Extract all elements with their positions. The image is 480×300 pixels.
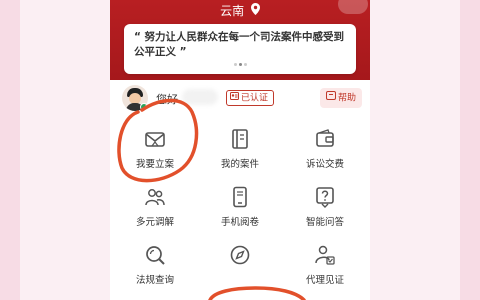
help-label: 帮助 bbox=[337, 93, 356, 104]
region-label: 云南 bbox=[220, 4, 245, 18]
region-selector[interactable]: 云南 bbox=[110, 2, 370, 19]
location-pin-icon bbox=[250, 3, 260, 18]
service-label: 我的案件 bbox=[220, 159, 259, 170]
verified-badge[interactable]: 已认证 bbox=[226, 90, 275, 106]
app-header: 云南 “ 努力让人民群众在每一个司法案件中感受到公平正义 ” bbox=[110, 0, 370, 80]
id-card-icon bbox=[230, 91, 239, 105]
agent-icon bbox=[315, 245, 335, 265]
banner-pagination bbox=[124, 51, 356, 70]
verified-check-icon bbox=[140, 103, 148, 111]
service-label: 手机阅卷 bbox=[220, 217, 259, 228]
compass-icon bbox=[230, 245, 250, 265]
header-menu-button[interactable] bbox=[338, 0, 368, 14]
book-icon bbox=[232, 129, 248, 149]
service-my-cases[interactable]: 我的案件 bbox=[197, 118, 283, 176]
greeting-text: 您好 bbox=[156, 93, 178, 106]
pagination-dot-active[interactable] bbox=[238, 63, 242, 66]
service-mediation[interactable]: 多元调解 bbox=[112, 176, 198, 234]
mail-icon bbox=[145, 132, 165, 147]
wallet-icon bbox=[316, 129, 334, 147]
redacted-username bbox=[182, 89, 218, 105]
slogan-banner[interactable]: “ 努力让人民群众在每一个司法案件中感受到公平正义 ” bbox=[124, 24, 356, 74]
service-label: 智能问答 bbox=[305, 217, 344, 228]
user-info-row: 您好 已认证 帮助 bbox=[110, 82, 370, 114]
service-law-search[interactable]: 法规查询 bbox=[112, 234, 198, 292]
people-icon bbox=[145, 189, 165, 206]
service-smart-qa[interactable]: 智能问答 bbox=[282, 176, 368, 234]
avatar[interactable] bbox=[122, 85, 148, 111]
search-icon bbox=[146, 246, 165, 265]
phone-screen: 云南 “ 努力让人民群众在每一个司法案件中感受到公平正义 ” 您好 已认证 帮助… bbox=[110, 0, 370, 300]
pagination-dot[interactable] bbox=[233, 63, 237, 66]
service-label: 我要立案 bbox=[135, 159, 174, 170]
phone-icon bbox=[233, 186, 247, 208]
service-file-case[interactable]: 我要立案 bbox=[112, 118, 198, 176]
service-mobile-review[interactable]: 手机阅卷 bbox=[197, 176, 283, 234]
question-icon bbox=[316, 187, 334, 208]
service-label: 诉讼交费 bbox=[305, 159, 344, 170]
service-label: 代理见证 bbox=[305, 275, 344, 286]
service-agent-witness[interactable]: 代理见证 bbox=[282, 234, 368, 292]
service-label: 多元调解 bbox=[135, 217, 174, 228]
service-guide[interactable] bbox=[197, 234, 283, 292]
help-icon bbox=[325, 88, 336, 108]
verified-label: 已认证 bbox=[241, 93, 269, 104]
service-litigation-fee[interactable]: 诉讼交费 bbox=[282, 118, 368, 176]
service-label: 法规查询 bbox=[135, 275, 174, 286]
help-button[interactable]: 帮助 bbox=[320, 88, 362, 108]
pagination-dot[interactable] bbox=[243, 63, 247, 66]
